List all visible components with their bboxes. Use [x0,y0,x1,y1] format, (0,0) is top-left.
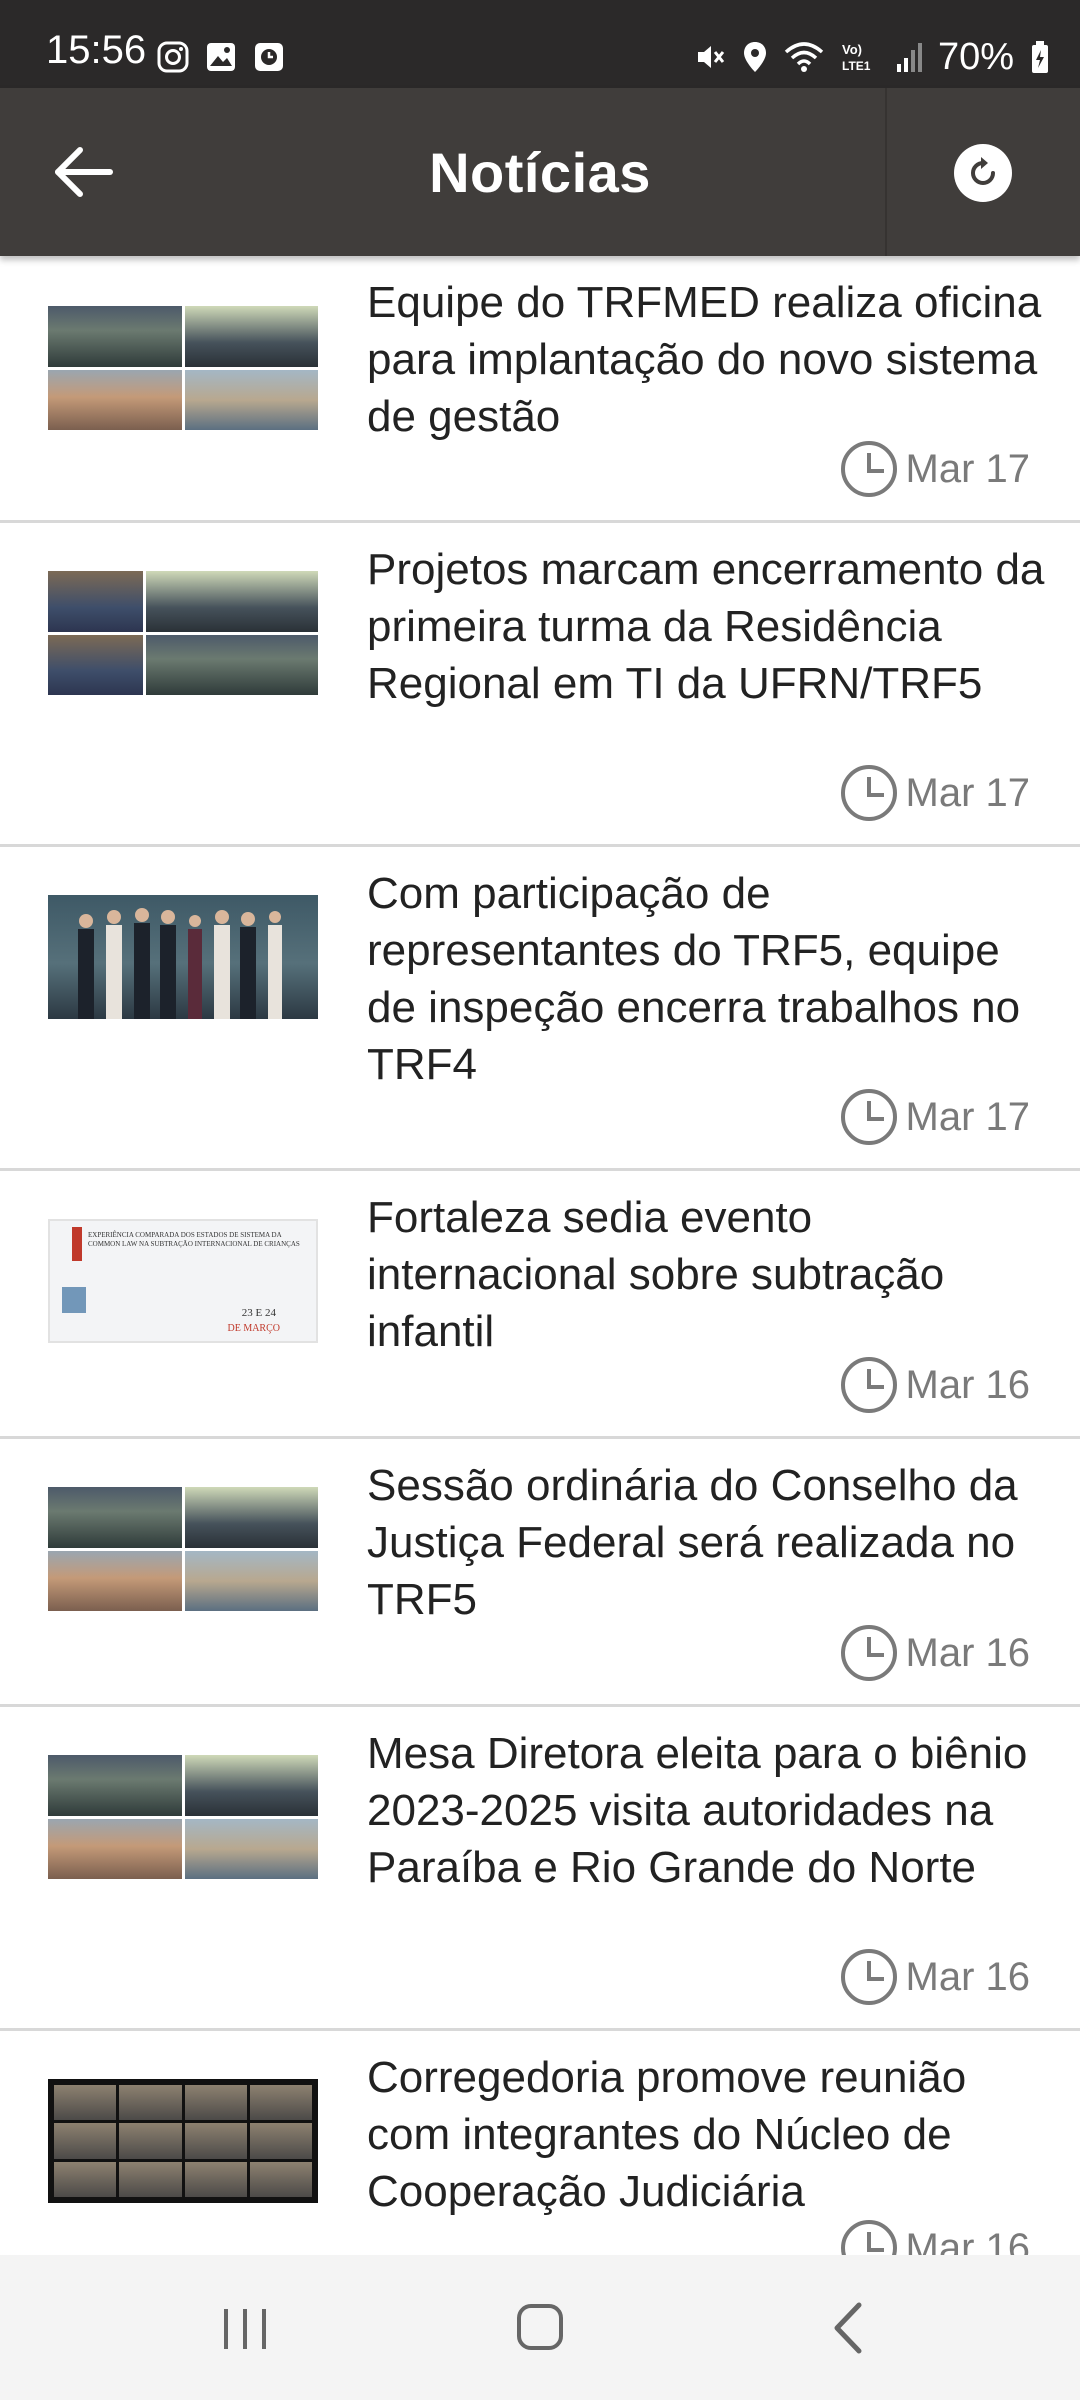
svg-text:Vo): Vo) [842,42,862,57]
home-icon[interactable] [505,2295,575,2361]
news-date-text: Mar 17 [905,1094,1031,1139]
news-thumbnail [48,1755,318,1879]
wifi-icon [784,42,824,72]
poster-dates: 23 E 24 [241,1307,276,1319]
news-item[interactable]: Corregedoria promove reunião com integra… [0,2031,1080,2255]
news-item[interactable]: Mesa Diretora eleita para o biênio 2023-… [0,1707,1080,2031]
news-date-text: Mar 16 [905,1954,1031,1999]
poster-heading: EXPERIÊNCIA COMPARADA DOS ESTADOS DE SIS… [88,1231,300,1248]
news-title: Sessão ordinária do Conselho da Justiça … [367,1461,1018,1624]
news-list[interactable]: Equipe do TRFMED realiza oficina para im… [0,256,1080,2255]
news-thumbnail [48,571,318,695]
mute-icon [697,46,725,68]
page-title: Notícias [429,141,651,204]
clock-icon [840,1089,897,1145]
news-thumbnail [48,1487,318,1611]
news-title: Fortaleza sedia evento internacional sob… [367,1193,945,1356]
clock-app-icon [255,43,283,71]
news-date: Mar 17 [840,1088,1031,1146]
instagram-icon [157,41,189,73]
clock-icon [840,765,897,821]
news-title: Corregedoria promove reunião com integra… [367,2053,967,2216]
back-nav-icon[interactable] [815,2295,885,2361]
news-title: Projetos marcam encerramento da primeira… [367,545,1045,708]
news-thumbnail [48,2079,318,2203]
news-item[interactable]: Projetos marcam encerramento da primeira… [0,523,1080,847]
clock-icon [840,1357,897,1413]
news-date-text: Mar 17 [905,770,1031,815]
news-date: Mar 16 [840,2219,1031,2256]
news-thumbnail [48,895,318,1019]
news-item[interactable]: Equipe do TRFMED realiza oficina para im… [0,256,1080,523]
news-date-text: Mar 16 [905,1362,1031,1407]
news-item[interactable]: Com participação de representantes do TR… [0,847,1080,1171]
refresh-icon [971,157,995,185]
news-date: Mar 16 [840,1948,1031,2006]
clock-icon [840,1949,897,2005]
status-left-icons [156,40,286,74]
clock-icon [840,1625,897,1681]
status-bar: 15:56 Vo) LTE1 70% [0,0,1080,88]
volte-icon: Vo) LTE1 [842,42,871,73]
poster-month: DE MARÇO [227,1323,280,1334]
app-bar: Notícias [0,88,1080,256]
location-icon [743,42,766,72]
news-title: Mesa Diretora eleita para o biênio 2023-… [367,1729,1028,1892]
app-bar-divider [885,88,887,256]
status-right-icons: Vo) LTE1 70% [694,38,1050,76]
signal-icon [896,43,922,72]
news-date: Mar 17 [840,764,1031,822]
news-item[interactable]: Sessão ordinária do Conselho da Justiça … [0,1439,1080,1707]
news-thumbnail: EXPERIÊNCIA COMPARADA DOS ESTADOS DE SIS… [48,1219,318,1343]
clock-icon [840,2220,897,2255]
news-date-text: Mar 16 [905,2225,1031,2256]
news-item[interactable]: EXPERIÊNCIA COMPARADA DOS ESTADOS DE SIS… [0,1171,1080,1439]
news-title: Equipe do TRFMED realiza oficina para im… [367,278,1042,441]
refresh-button[interactable] [954,144,1012,202]
news-date: Mar 16 [840,1356,1031,1414]
news-title: Com participação de representantes do TR… [367,869,1021,1089]
news-date-text: Mar 17 [905,446,1031,491]
news-thumbnail [48,306,318,430]
recent-apps-icon[interactable] [210,2295,280,2361]
system-nav-bar [0,2255,1080,2400]
status-time: 15:56 [46,28,147,72]
battery-percent: 70% [937,36,1014,78]
news-date-text: Mar 16 [905,1630,1031,1675]
gallery-icon [207,43,235,71]
clock-icon [840,441,897,497]
news-date: Mar 17 [840,440,1031,498]
svg-text:LTE1: LTE1 [842,59,871,73]
battery-icon [1032,41,1048,73]
news-date: Mar 16 [840,1624,1031,1682]
